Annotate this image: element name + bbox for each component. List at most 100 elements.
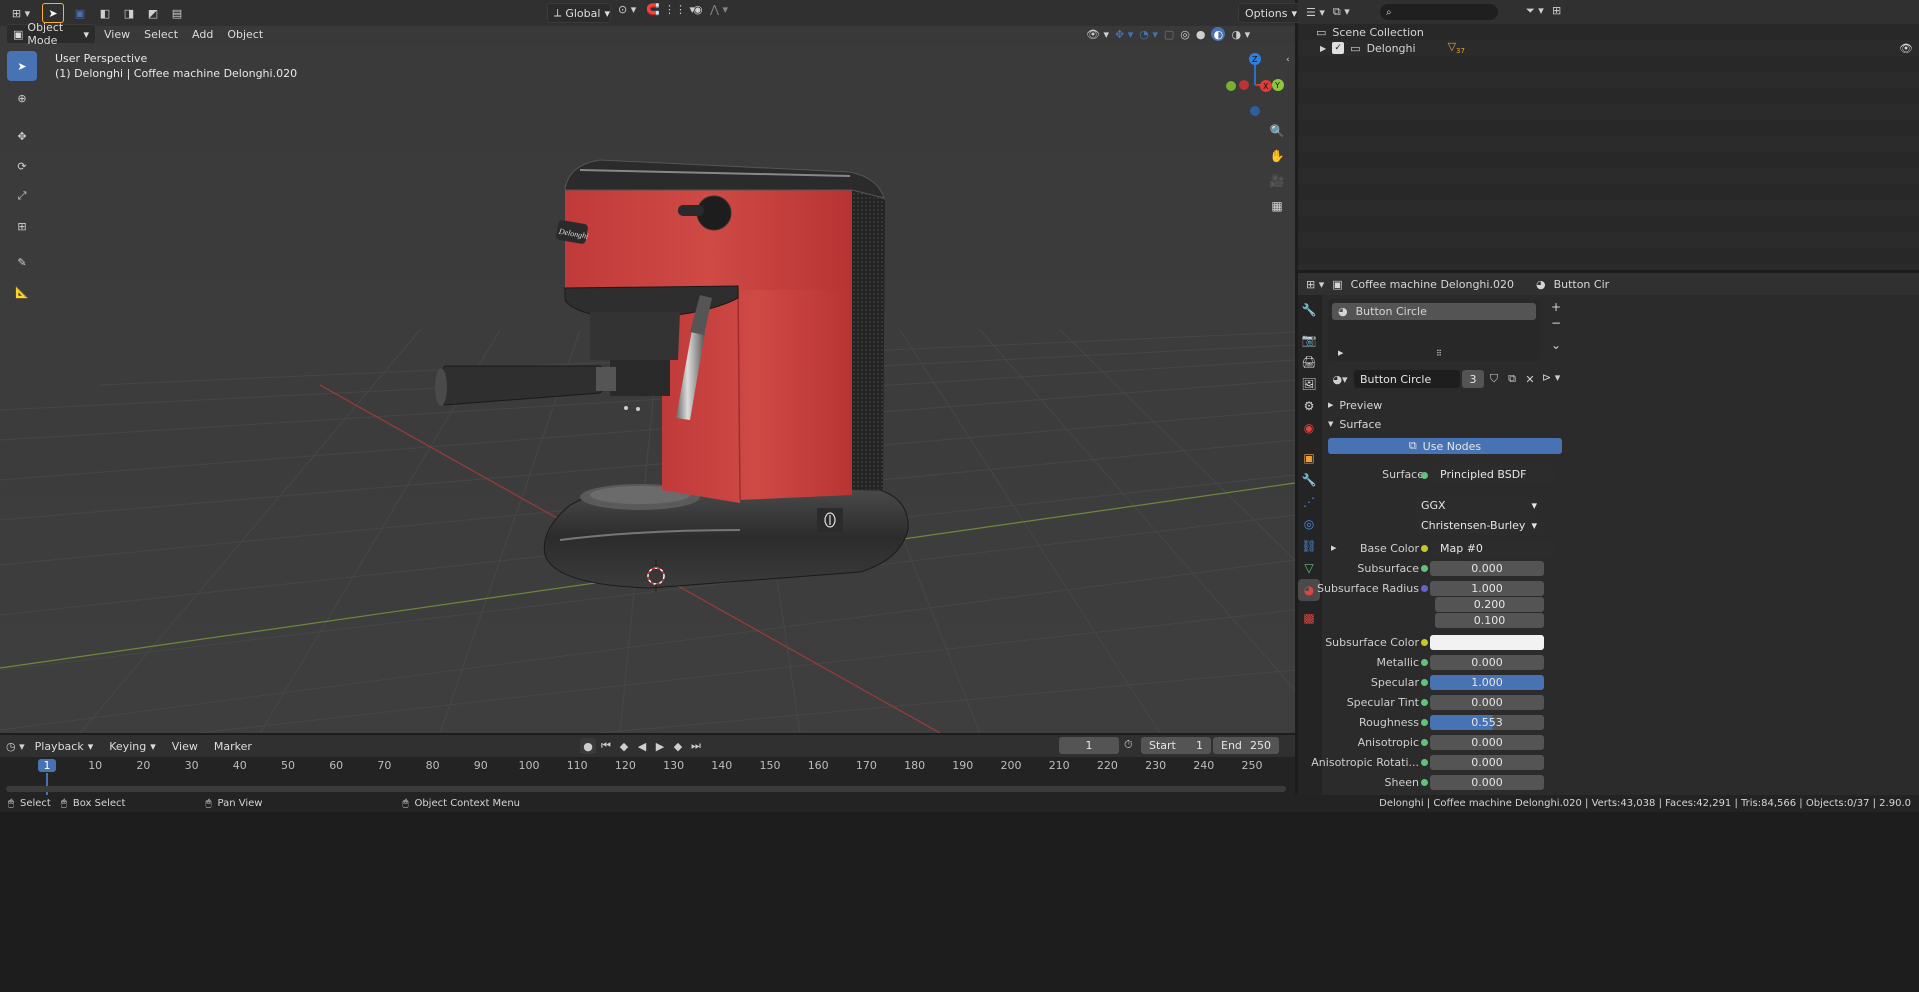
input-socket-icon[interactable] bbox=[1421, 758, 1428, 766]
slot-menu-icon[interactable]: ⌄ bbox=[1548, 337, 1564, 353]
snap-icon[interactable]: 🧲 bbox=[646, 3, 660, 16]
gizmo-toggle-icon[interactable]: ✥ ▾ bbox=[1115, 28, 1133, 41]
preview-panel-header[interactable]: ▶ Preview bbox=[1324, 396, 1562, 414]
expand-arrow-icon[interactable]: ▶ bbox=[1320, 44, 1326, 53]
user-count-field[interactable]: 3 bbox=[1462, 370, 1484, 388]
tool-scale[interactable]: ⤢ bbox=[7, 181, 37, 211]
record-icon[interactable]: ● bbox=[580, 738, 596, 754]
checkbox-icon[interactable]: ✓ bbox=[1332, 42, 1345, 54]
output-tab-icon[interactable]: 🖨 bbox=[1298, 351, 1320, 373]
shading-wireframe-icon[interactable]: ◎ bbox=[1180, 28, 1190, 41]
timeline-scrollbar[interactable] bbox=[6, 786, 1286, 792]
play-reverse-icon[interactable]: ◀ bbox=[634, 740, 650, 753]
tool-cursor[interactable]: ⊕ bbox=[7, 83, 37, 113]
linked-node-field[interactable]: Map #0 bbox=[1430, 539, 1554, 557]
visibility-icon[interactable]: 👁 ▾ bbox=[1086, 28, 1109, 41]
input-socket-icon[interactable] bbox=[1421, 658, 1428, 666]
param-value-field[interactable]: 0.000 bbox=[1430, 560, 1544, 576]
snap-options-icon[interactable]: ⋮⋮ ▾ bbox=[664, 3, 695, 16]
mode-dropdown[interactable]: ▣ Object Mode ▾ bbox=[6, 21, 96, 47]
expand-arrow-icon[interactable]: ▶ bbox=[1331, 544, 1336, 552]
texture-tab-icon[interactable]: ▩ bbox=[1298, 607, 1320, 629]
sidebar-toggle-icon[interactable]: ‹ bbox=[1286, 55, 1290, 65]
menu-add[interactable]: Add bbox=[186, 28, 219, 41]
select-mode-subtract-icon[interactable]: ◨ bbox=[120, 7, 138, 20]
outliner-search-input[interactable]: ⌕ bbox=[1380, 4, 1498, 20]
timeline-marker-menu[interactable]: Marker bbox=[208, 740, 258, 753]
filter-icon[interactable]: ⏷ ▾ bbox=[1526, 4, 1544, 18]
tool-move[interactable]: ✥ bbox=[7, 121, 37, 151]
pan-hand-icon[interactable]: ✋ bbox=[1266, 145, 1288, 167]
ortho-grid-icon[interactable]: ▦ bbox=[1266, 195, 1288, 217]
shading-material-icon[interactable]: ◐ bbox=[1211, 27, 1226, 41]
color-swatch[interactable] bbox=[1430, 634, 1544, 650]
tool-measure[interactable]: 📐 bbox=[7, 277, 37, 307]
shading-solid-icon[interactable]: ● bbox=[1196, 28, 1206, 41]
tool-rotate[interactable]: ⟳ bbox=[7, 151, 37, 181]
zoom-icon[interactable]: 🔍 bbox=[1266, 120, 1288, 142]
navigation-gizmo[interactable]: Z Y X bbox=[1222, 50, 1288, 116]
options-dropdown[interactable]: Options ▾ bbox=[1238, 3, 1304, 23]
render-tab-icon[interactable]: 📷 bbox=[1298, 329, 1320, 351]
jump-end-icon[interactable]: ⏭ bbox=[688, 739, 704, 753]
jump-start-icon[interactable]: ⏮ bbox=[598, 739, 614, 753]
input-socket-icon[interactable] bbox=[1421, 584, 1428, 592]
data-tab-icon[interactable]: ▽ bbox=[1298, 557, 1320, 579]
select-mode-new-icon[interactable]: ▣ bbox=[70, 7, 90, 20]
current-frame-marker[interactable]: 1 bbox=[38, 759, 56, 772]
timeline-view-menu[interactable]: View bbox=[166, 740, 204, 753]
playback-menu[interactable]: Playback ▾ bbox=[29, 736, 100, 756]
param-value-field[interactable]: 0.000 bbox=[1430, 654, 1544, 670]
viewport-scene[interactable]: Delonghi bbox=[0, 44, 1295, 733]
input-socket-icon[interactable] bbox=[1421, 544, 1428, 552]
scene-tab-icon[interactable]: ⚙ bbox=[1298, 395, 1320, 417]
end-frame-field[interactable]: End 250 bbox=[1213, 737, 1279, 754]
outliner-row-delonghi[interactable]: ▶ ✓ ▭ Delonghi ▽37 👁 bbox=[1298, 40, 1919, 56]
timeline-ruler[interactable]: 1 10 20 30 40 50 60 70 80 90 100 110 120 130 140 150 160… bbox=[0, 757, 1295, 795]
pivot-point-icon[interactable]: ⊙ ▾ bbox=[618, 3, 636, 16]
menu-object[interactable]: Object bbox=[221, 28, 269, 41]
next-keyframe-icon[interactable]: ◆ bbox=[670, 740, 686, 753]
outliner-editor-icon[interactable]: ☰ ▾ bbox=[1306, 6, 1325, 19]
particles-tab-icon[interactable]: ⋰ bbox=[1298, 491, 1320, 513]
fake-user-icon[interactable]: ⛉ bbox=[1486, 372, 1502, 386]
browse-material-icon[interactable]: ◕▾ bbox=[1328, 370, 1352, 388]
use-nodes-button[interactable]: ⧉ Use Nodes bbox=[1328, 438, 1562, 454]
object-tab-icon[interactable]: ▣ bbox=[1298, 447, 1320, 469]
menu-view[interactable]: View bbox=[98, 28, 136, 41]
input-socket-icon[interactable] bbox=[1421, 638, 1428, 646]
keying-menu[interactable]: Keying ▾ bbox=[103, 736, 161, 756]
distribution-dropdown[interactable]: GGX ▾ bbox=[1415, 497, 1543, 514]
node-link-icon[interactable]: ⊳ ▾ bbox=[1542, 371, 1560, 384]
proportional-edit-icon[interactable]: ◉ bbox=[693, 3, 703, 16]
physics-tab-icon[interactable]: ◎ bbox=[1298, 513, 1320, 535]
tool-select-box[interactable]: ➤ bbox=[7, 51, 37, 81]
param-value-field[interactable]: 0.000 bbox=[1430, 694, 1544, 710]
transform-orientation-dropdown[interactable]: ⟂ Global ▾ bbox=[547, 3, 611, 23]
input-socket-icon[interactable] bbox=[1421, 698, 1428, 706]
tool-tab-icon[interactable]: 🔧 bbox=[1298, 299, 1320, 321]
prev-keyframe-icon[interactable]: ◆ bbox=[616, 740, 632, 753]
tool-annotate[interactable]: ✎ bbox=[7, 247, 37, 277]
param-value-field[interactable]: 1.000 bbox=[1430, 674, 1544, 690]
timeline-area[interactable]: ◷ ▾ Playback ▾ Keying ▾ View Marker ● ⏮ ◆ … bbox=[0, 735, 1295, 795]
overlays-icon[interactable]: ◔ ▾ bbox=[1139, 28, 1158, 41]
remove-slot-icon[interactable]: − bbox=[1548, 315, 1564, 331]
eye-icon[interactable]: 👁 bbox=[1899, 42, 1913, 55]
select-mode-extend-icon[interactable]: ◧ bbox=[96, 7, 114, 20]
param-value-field[interactable]: 0.000 bbox=[1430, 754, 1544, 770]
slot-list-resize-icon[interactable]: ⠿ bbox=[1436, 349, 1442, 358]
falloff-icon[interactable]: ⋀ ▾ bbox=[710, 3, 728, 16]
input-socket-icon[interactable] bbox=[1421, 678, 1428, 686]
tool-transform[interactable]: ⊞ bbox=[7, 211, 37, 241]
shading-rendered-icon[interactable]: ◑ ▾ bbox=[1231, 28, 1250, 41]
select-tool-icon[interactable]: ➤ bbox=[42, 3, 64, 23]
play-icon[interactable]: ▶ bbox=[652, 740, 668, 753]
world-tab-icon[interactable]: ◉ bbox=[1298, 417, 1320, 439]
outliner-row-scene-collection[interactable]: ▭ Scene Collection bbox=[1298, 24, 1919, 40]
editor-type-icon[interactable]: ⊞ ▾ bbox=[6, 7, 36, 20]
param-value-field[interactable]: 0.000 bbox=[1430, 734, 1544, 750]
current-frame-field[interactable]: 1 bbox=[1059, 737, 1119, 754]
timeline-editor-icon[interactable]: ◷ ▾ bbox=[6, 740, 25, 753]
constraints-tab-icon[interactable]: ⛓ bbox=[1298, 535, 1320, 557]
